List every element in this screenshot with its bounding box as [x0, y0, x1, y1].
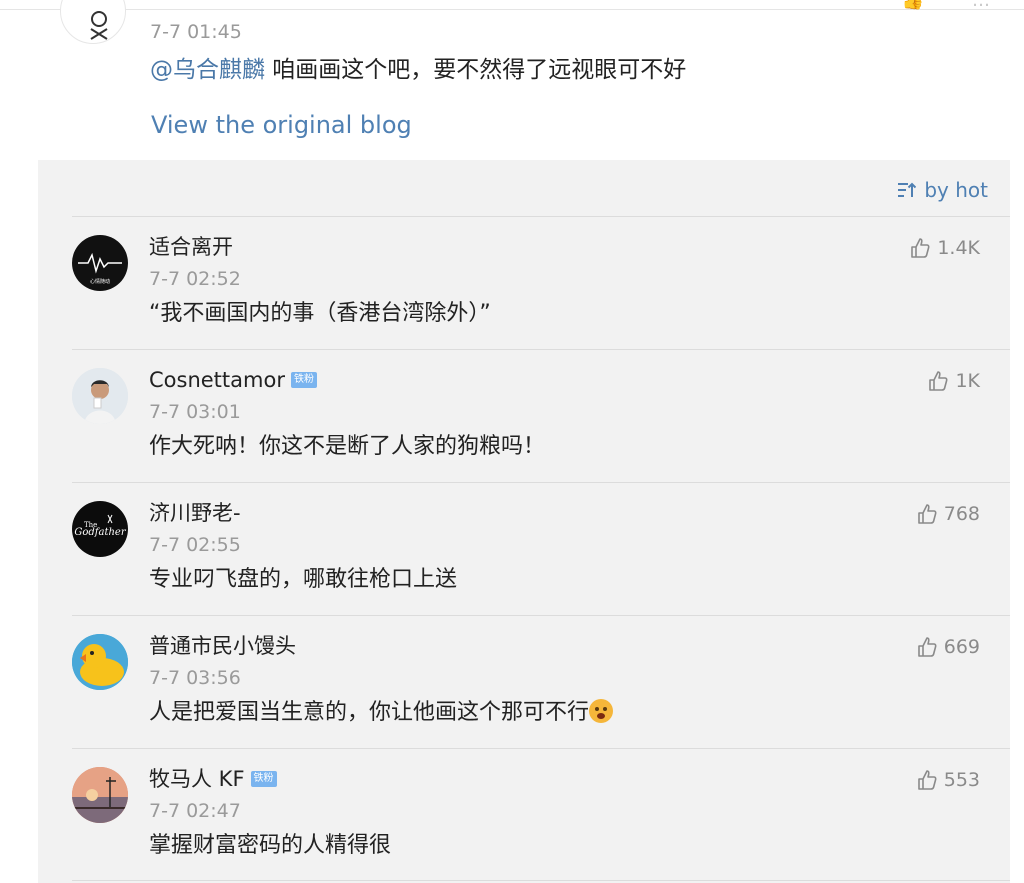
thumbs-up-icon [929, 371, 948, 391]
thumbs-up-icon [917, 637, 937, 657]
comment-time: 7-7 02:47 [149, 800, 241, 822]
comment-author[interactable]: Cosnettamor 铁粉 [149, 366, 317, 394]
comment-item: 牧马人 KF 铁粉 7-7 02:47 掌握财富密码的人精得很 553 [38, 749, 1010, 881]
sort-label: by hot [924, 178, 988, 202]
comment-author[interactable]: 牧马人 KF 铁粉 [149, 765, 277, 793]
comment-time: 7-7 02:52 [149, 268, 241, 290]
person-photo-avatar[interactable] [72, 368, 128, 424]
thumbs-up-icon [917, 504, 937, 524]
like-count: 553 [943, 769, 980, 791]
like-count: 1.4K [937, 237, 980, 259]
comment-time: 7-7 03:01 [149, 401, 241, 423]
like-button[interactable]: 768 [916, 503, 980, 525]
comments-panel: by hot 心情随动 适合离开 7-7 02:52 “我不画国内的事（香港台湾… [38, 160, 1010, 883]
post-text: @乌合麒麟 咱画画这个吧，要不然得了远视眼可不好 [150, 55, 686, 85]
comment-time: 7-7 02:55 [149, 534, 241, 556]
sunset-avatar[interactable] [72, 767, 128, 823]
fan-badge: 铁粉 [290, 372, 317, 388]
post-more-icon-cropped[interactable]: … [972, 0, 990, 11]
comment-item: 心情随动 适合离开 7-7 02:52 “我不画国内的事（香港台湾除外）” 1.… [38, 217, 1010, 349]
comment-text: 作大死呐！你这不是断了人家的狗粮吗！ [149, 434, 546, 459]
fan-badge: 铁粉 [250, 771, 277, 787]
comment-text: 人是把爱国当生意的，你让他画这个那可不行 [149, 698, 614, 728]
sort-icon [898, 182, 917, 197]
svg-text:Godfather: Godfather [74, 527, 126, 538]
comment-item: 普通市民小馒头 7-7 03:56 人是把爱国当生意的，你让他画这个那可不行 6… [38, 616, 1010, 748]
like-count: 768 [943, 503, 980, 525]
sort-by-hot-button[interactable]: by hot [896, 178, 988, 202]
comment-author[interactable]: 济川野老- [149, 499, 241, 527]
like-count: 1K [955, 370, 980, 392]
like-button[interactable]: 669 [916, 636, 980, 658]
rubber-duck-avatar[interactable] [72, 634, 128, 690]
comment-item: The Godfather 济川野老- 7-7 02:55 专业叼飞盘的，哪敢往… [38, 483, 1010, 615]
comment-author[interactable]: 适合离开 [149, 233, 233, 261]
svg-text:心情随动: 心情随动 [90, 278, 110, 285]
sickle-heartbeat-avatar[interactable]: 心情随动 [72, 235, 128, 291]
comment-author[interactable]: 普通市民小馒头 [149, 632, 296, 660]
godfather-avatar[interactable]: The Godfather [72, 501, 128, 557]
thumbs-up-icon [917, 770, 937, 790]
post-like-icon-cropped[interactable]: 👍 [902, 0, 924, 11]
comment-item: Cosnettamor 铁粉 7-7 03:01 作大死呐！你这不是断了人家的狗粮… [38, 350, 1010, 482]
top-border [0, 9, 1024, 10]
mention-link[interactable]: @乌合麒麟 [150, 57, 265, 83]
comment-text: “我不画国内的事（香港台湾除外）” [149, 301, 491, 326]
like-count: 669 [943, 636, 980, 658]
post-time: 7-7 01:45 [150, 21, 242, 43]
view-original-blog-link[interactable]: View the original blog [151, 110, 412, 140]
thumbs-up-icon [911, 238, 930, 258]
post-body: 咱画画这个吧，要不然得了远视眼可不好 [265, 57, 687, 83]
divider [72, 880, 1010, 881]
like-button[interactable]: 553 [916, 769, 980, 791]
comment-text: 专业叼飞盘的，哪敢往枪口上送 [149, 567, 458, 592]
post-author-avatar[interactable] [60, 0, 126, 44]
comment-time: 7-7 03:56 [149, 667, 241, 689]
comment-text: 掌握财富密码的人精得很 [149, 833, 392, 858]
crying-emoji-icon [589, 699, 614, 723]
like-button[interactable]: 1.4K [909, 237, 980, 259]
like-button[interactable]: 1K [927, 370, 980, 392]
